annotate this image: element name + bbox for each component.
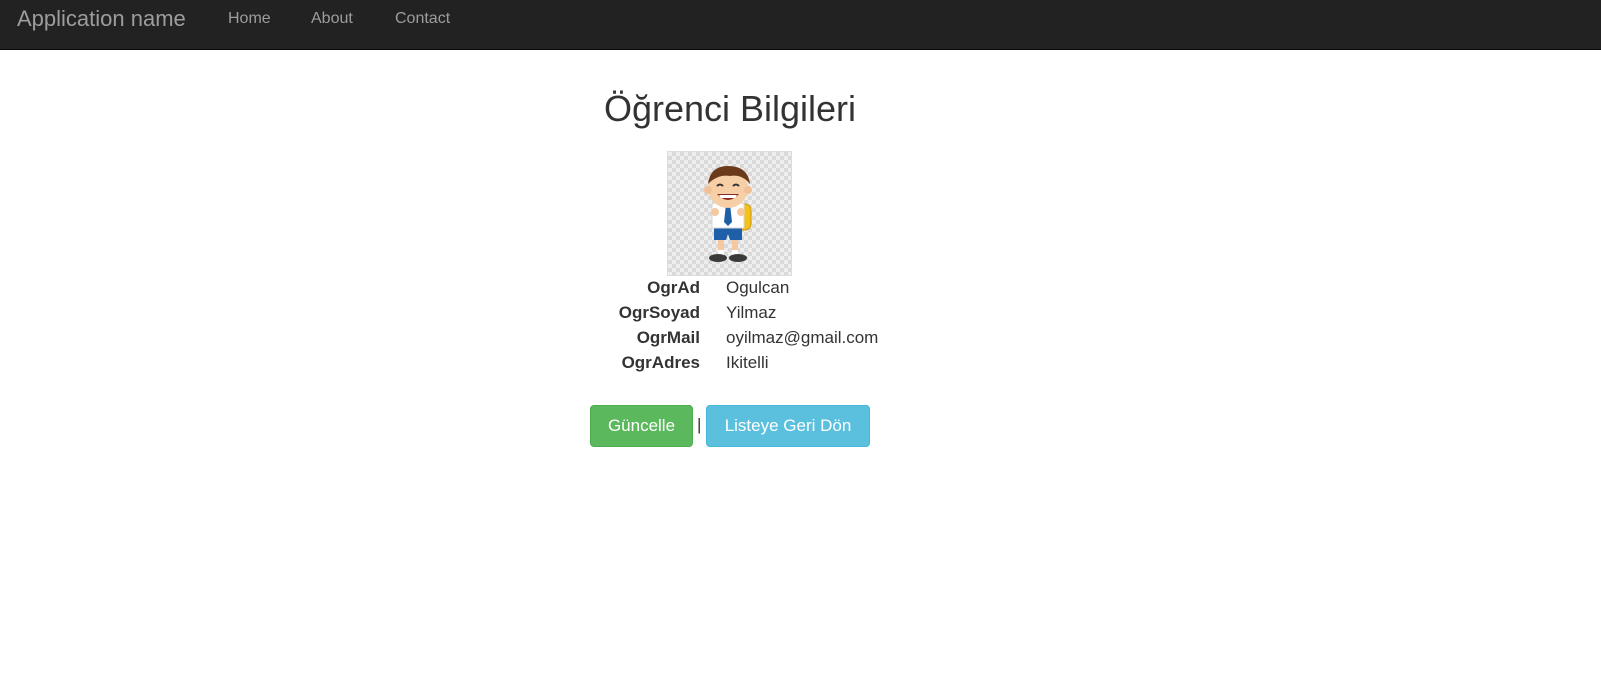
nav-home-link[interactable]: Home bbox=[228, 8, 271, 30]
action-separator: | bbox=[697, 415, 702, 434]
value-ogrsoyad: Yilmaz bbox=[726, 303, 777, 322]
update-button[interactable]: Güncelle bbox=[590, 405, 693, 447]
label-ogradres: OgrAdres bbox=[621, 353, 700, 372]
back-to-list-button[interactable]: Listeye Geri Dön bbox=[706, 405, 870, 447]
nav-about-link[interactable]: About bbox=[311, 8, 353, 30]
nav-contact-link[interactable]: Contact bbox=[395, 8, 450, 30]
label-ogrmail: OgrMail bbox=[636, 328, 700, 347]
value-ogrmail: oyilmaz@gmail.com bbox=[726, 328, 879, 347]
brand-link[interactable]: Application name bbox=[17, 5, 186, 33]
value-ogradres: Ikitelli bbox=[726, 353, 769, 372]
navbar: Application name Home About Contact bbox=[0, 0, 1601, 50]
label-ograd: OgrAd bbox=[647, 278, 700, 297]
student-photo bbox=[667, 151, 792, 276]
student-cartoon-image bbox=[704, 166, 752, 262]
value-ograd: Ogulcan bbox=[726, 278, 790, 297]
label-ogrsoyad: OgrSoyad bbox=[618, 303, 700, 322]
page-title: Öğrenci Bilgileri bbox=[603, 88, 857, 129]
